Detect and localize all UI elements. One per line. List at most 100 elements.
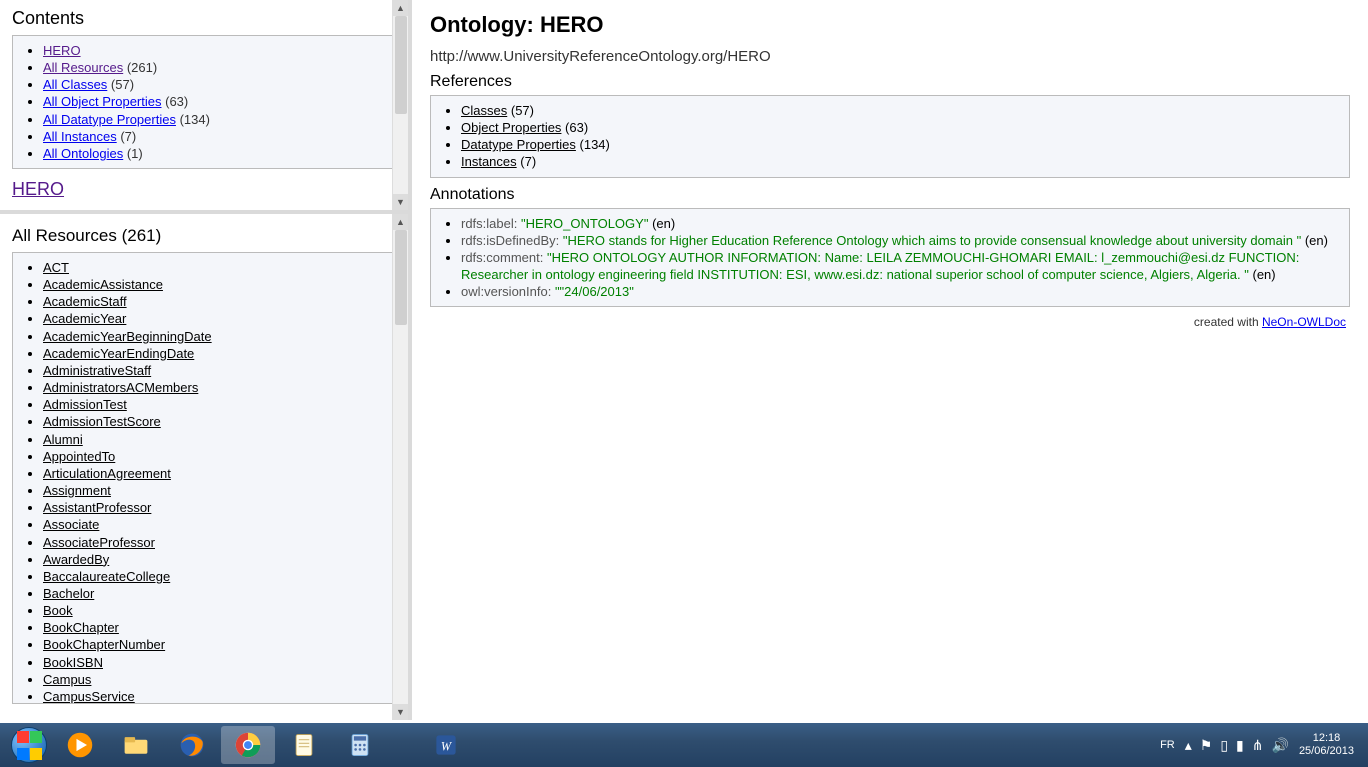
- resource-link[interactable]: AcademicAssistance: [43, 277, 163, 292]
- annotation-property: rdfs:comment:: [461, 250, 547, 265]
- resource-link[interactable]: CampusService: [43, 689, 135, 704]
- reference-link[interactable]: Classes: [461, 103, 507, 118]
- resource-link[interactable]: AdmissionTestScore: [43, 414, 161, 429]
- resource-link[interactable]: Associate: [43, 517, 99, 532]
- media-player-icon[interactable]: [53, 726, 107, 764]
- scrollbar[interactable]: ▲ ▼: [392, 214, 408, 720]
- resource-link[interactable]: AssistantProfessor: [43, 500, 151, 515]
- resource-item: AwardedBy: [43, 551, 387, 568]
- word-icon[interactable]: W: [419, 726, 473, 764]
- annotation-property: rdfs:label:: [461, 216, 521, 231]
- hero-heading-link[interactable]: HERO: [12, 179, 396, 200]
- resource-item: BookChapterNumber: [43, 636, 387, 653]
- reference-count: (7): [517, 154, 537, 169]
- contents-count: (1): [123, 146, 143, 161]
- resource-item: Associate: [43, 516, 387, 533]
- reference-count: (63): [561, 120, 588, 135]
- resource-item: AdmissionTest: [43, 396, 387, 413]
- resource-link[interactable]: AcademicYear: [43, 311, 126, 326]
- annotation-property: owl:versionInfo:: [461, 284, 555, 299]
- reference-item: Datatype Properties (134): [461, 136, 1341, 153]
- show-hidden-icon[interactable]: ▴: [1185, 737, 1192, 754]
- annotation-lang: (en): [648, 216, 675, 231]
- resource-item: BookChapter: [43, 619, 387, 636]
- chrome-icon[interactable]: [221, 726, 275, 764]
- resource-link[interactable]: AwardedBy: [43, 552, 109, 567]
- resource-link[interactable]: AppointedTo: [43, 449, 115, 464]
- firefox-icon[interactable]: [165, 726, 219, 764]
- resource-link[interactable]: ArticulationAgreement: [43, 466, 171, 481]
- resource-link[interactable]: AdmissionTest: [43, 397, 127, 412]
- contents-item: All Resources (261): [43, 59, 387, 76]
- contents-link[interactable]: All Object Properties: [43, 94, 162, 109]
- contents-link[interactable]: All Classes: [43, 77, 107, 92]
- wifi-icon[interactable]: ⋔: [1252, 737, 1264, 754]
- notepad-icon[interactable]: [277, 726, 331, 764]
- scroll-down-icon[interactable]: ▼: [393, 704, 409, 720]
- resource-link[interactable]: AdministratorsACMembers: [43, 380, 198, 395]
- resource-link[interactable]: BaccalaureateCollege: [43, 569, 170, 584]
- volume-icon[interactable]: 🔊: [1272, 737, 1289, 754]
- battery-icon[interactable]: ▯: [1220, 737, 1228, 754]
- contents-count: (63): [162, 94, 189, 109]
- resource-link[interactable]: Book: [43, 603, 73, 618]
- annotation-lang: (en): [1249, 267, 1276, 282]
- clock[interactable]: 12:18 25/06/2013: [1299, 732, 1354, 758]
- reference-item: Classes (57): [461, 102, 1341, 119]
- calculator-icon[interactable]: [333, 726, 387, 764]
- contents-count: (7): [117, 129, 137, 144]
- resource-link[interactable]: AssociateProfessor: [43, 535, 155, 550]
- resource-link[interactable]: Campus: [43, 672, 91, 687]
- ontology-url: http://www.UniversityReferenceOntology.o…: [430, 48, 1350, 65]
- resource-link[interactable]: AdministrativeStaff: [43, 363, 151, 378]
- annotation-property: rdfs:isDefinedBy:: [461, 233, 563, 248]
- contents-link[interactable]: All Instances: [43, 129, 117, 144]
- annotation-value: ""24/06/2013": [555, 284, 634, 299]
- resource-link[interactable]: Assignment: [43, 483, 111, 498]
- resource-link[interactable]: BookISBN: [43, 655, 103, 670]
- resource-link[interactable]: AcademicYearBeginningDate: [43, 329, 212, 344]
- resource-item: Book: [43, 602, 387, 619]
- resource-link[interactable]: Bachelor: [43, 586, 94, 601]
- contents-item: All Object Properties (63): [43, 93, 387, 110]
- start-button[interactable]: [6, 726, 52, 764]
- resource-item: Assignment: [43, 482, 387, 499]
- file-explorer-icon[interactable]: [109, 726, 163, 764]
- reference-link[interactable]: Object Properties: [461, 120, 561, 135]
- contents-count: (57): [107, 77, 134, 92]
- contents-item: All Classes (57): [43, 76, 387, 93]
- resource-link[interactable]: BookChapter: [43, 620, 119, 635]
- resource-item: ACT: [43, 259, 387, 276]
- resource-link[interactable]: Alumni: [43, 432, 83, 447]
- contents-link[interactable]: HERO: [43, 43, 81, 58]
- scroll-up-icon[interactable]: ▲: [393, 0, 409, 16]
- resource-item: AdministrativeStaff: [43, 362, 387, 379]
- contents-link[interactable]: All Ontologies: [43, 146, 123, 161]
- resource-item: AcademicStaff: [43, 293, 387, 310]
- scrollbar[interactable]: ▲ ▼: [392, 0, 408, 210]
- footer: created with NeOn-OWLDoc: [430, 315, 1350, 329]
- contents-link[interactable]: All Datatype Properties: [43, 112, 176, 127]
- annotation-value: "HERO_ONTOLOGY": [521, 216, 648, 231]
- resource-link[interactable]: AcademicStaff: [43, 294, 127, 309]
- network-icon[interactable]: ▮: [1236, 737, 1244, 754]
- reference-link[interactable]: Datatype Properties: [461, 137, 576, 152]
- page-title: Ontology: HERO: [430, 12, 1350, 38]
- annotation-item: owl:versionInfo: ""24/06/2013": [461, 283, 1341, 300]
- annotation-item: rdfs:isDefinedBy: "HERO stands for Highe…: [461, 232, 1341, 249]
- resource-link[interactable]: AcademicYearEndingDate: [43, 346, 194, 361]
- scroll-down-icon[interactable]: ▼: [393, 194, 409, 210]
- scroll-up-icon[interactable]: ▲: [393, 214, 409, 230]
- language-indicator[interactable]: FR: [1160, 739, 1175, 751]
- contents-item: HERO: [43, 42, 387, 59]
- resource-item: AppointedTo: [43, 448, 387, 465]
- reference-link[interactable]: Instances: [461, 154, 517, 169]
- resource-link[interactable]: ACT: [43, 260, 69, 275]
- footer-link[interactable]: NeOn-OWLDoc: [1262, 315, 1346, 329]
- flag-icon[interactable]: ⚑: [1200, 737, 1213, 754]
- contents-link[interactable]: All Resources: [43, 60, 123, 75]
- all-resources-heading: All Resources (261): [12, 226, 396, 246]
- annotation-item: rdfs:comment: "HERO ONTOLOGY AUTHOR INFO…: [461, 249, 1341, 283]
- resource-link[interactable]: BookChapterNumber: [43, 637, 165, 652]
- resource-item: BookISBN: [43, 654, 387, 671]
